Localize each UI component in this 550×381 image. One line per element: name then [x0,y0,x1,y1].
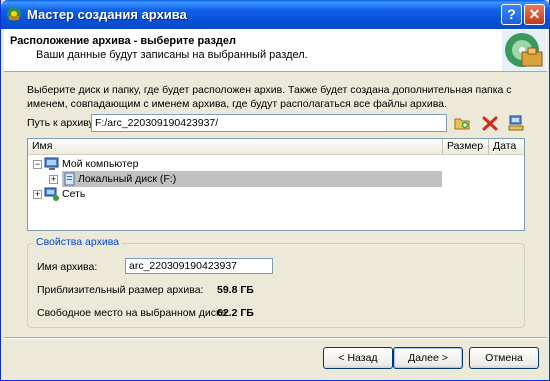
archive-properties-title: Свойства архива [33,236,123,248]
page-subtitle: Ваши данные будут записаны на выбранный … [36,49,308,61]
column-header-name[interactable]: Имя [28,139,443,155]
archive-name-input[interactable] [125,258,273,274]
archive-size-label: Приблизительный размер архива: [37,284,204,296]
expand-icon[interactable]: + [33,190,42,199]
tree-item-label: Мой компьютер [62,158,139,170]
app-icon [7,7,21,21]
disc-archive-icon [502,30,546,71]
instructions-text: Выберите диск и папку, где будет располо… [27,84,512,110]
network-icon [44,187,59,201]
title-bar[interactable]: Мастер создания архива ? ✕ [1,0,550,29]
back-button[interactable]: < Назад [323,347,393,369]
close-button[interactable]: ✕ [524,4,545,25]
archive-path-input[interactable] [91,114,447,132]
tree-item-my-computer[interactable]: − Мой компьютер [28,156,524,172]
delete-icon[interactable] [481,114,499,132]
drive-icon [64,172,75,186]
folder-tree[interactable]: Имя Размер Дата − Мой компьютер + Локаль… [27,138,525,231]
cancel-button[interactable]: Отмена [469,347,539,369]
wizard-window: Мастер создания архива ? ✕ Расположение … [0,0,550,381]
tree-item-local-disk-f[interactable]: + Локальный диск (F:) [28,171,524,187]
page-title: Расположение архива - выберите раздел [10,35,237,47]
network-drive-icon[interactable] [507,114,525,132]
column-header-date[interactable]: Дата [489,139,524,155]
tree-item-label: Локальный диск (F:) [78,173,177,185]
computer-icon [44,157,59,170]
new-folder-icon[interactable] [453,114,471,132]
free-space-label: Свободное место на выбранном диске: [37,307,230,319]
window-title: Мастер создания архива [27,7,187,22]
column-header-size[interactable]: Размер [443,139,489,155]
collapse-icon[interactable]: − [33,160,42,169]
archive-name-label: Имя архива: [37,261,98,273]
archive-size-value: 59.8 ГБ [217,284,254,296]
footer-divider [4,337,547,339]
tree-header: Имя Размер Дата [28,139,524,155]
expand-icon[interactable]: + [49,175,58,184]
archive-path-label: Путь к архиву: [27,117,97,129]
free-space-value: 62.2 ГБ [217,307,254,319]
help-button[interactable]: ? [501,4,522,25]
wizard-header: Расположение архива - выберите раздел Ва… [4,29,547,72]
next-button[interactable]: Далее > [393,347,463,369]
tree-item-network[interactable]: + Сеть [28,186,524,202]
tree-item-label: Сеть [62,188,86,200]
